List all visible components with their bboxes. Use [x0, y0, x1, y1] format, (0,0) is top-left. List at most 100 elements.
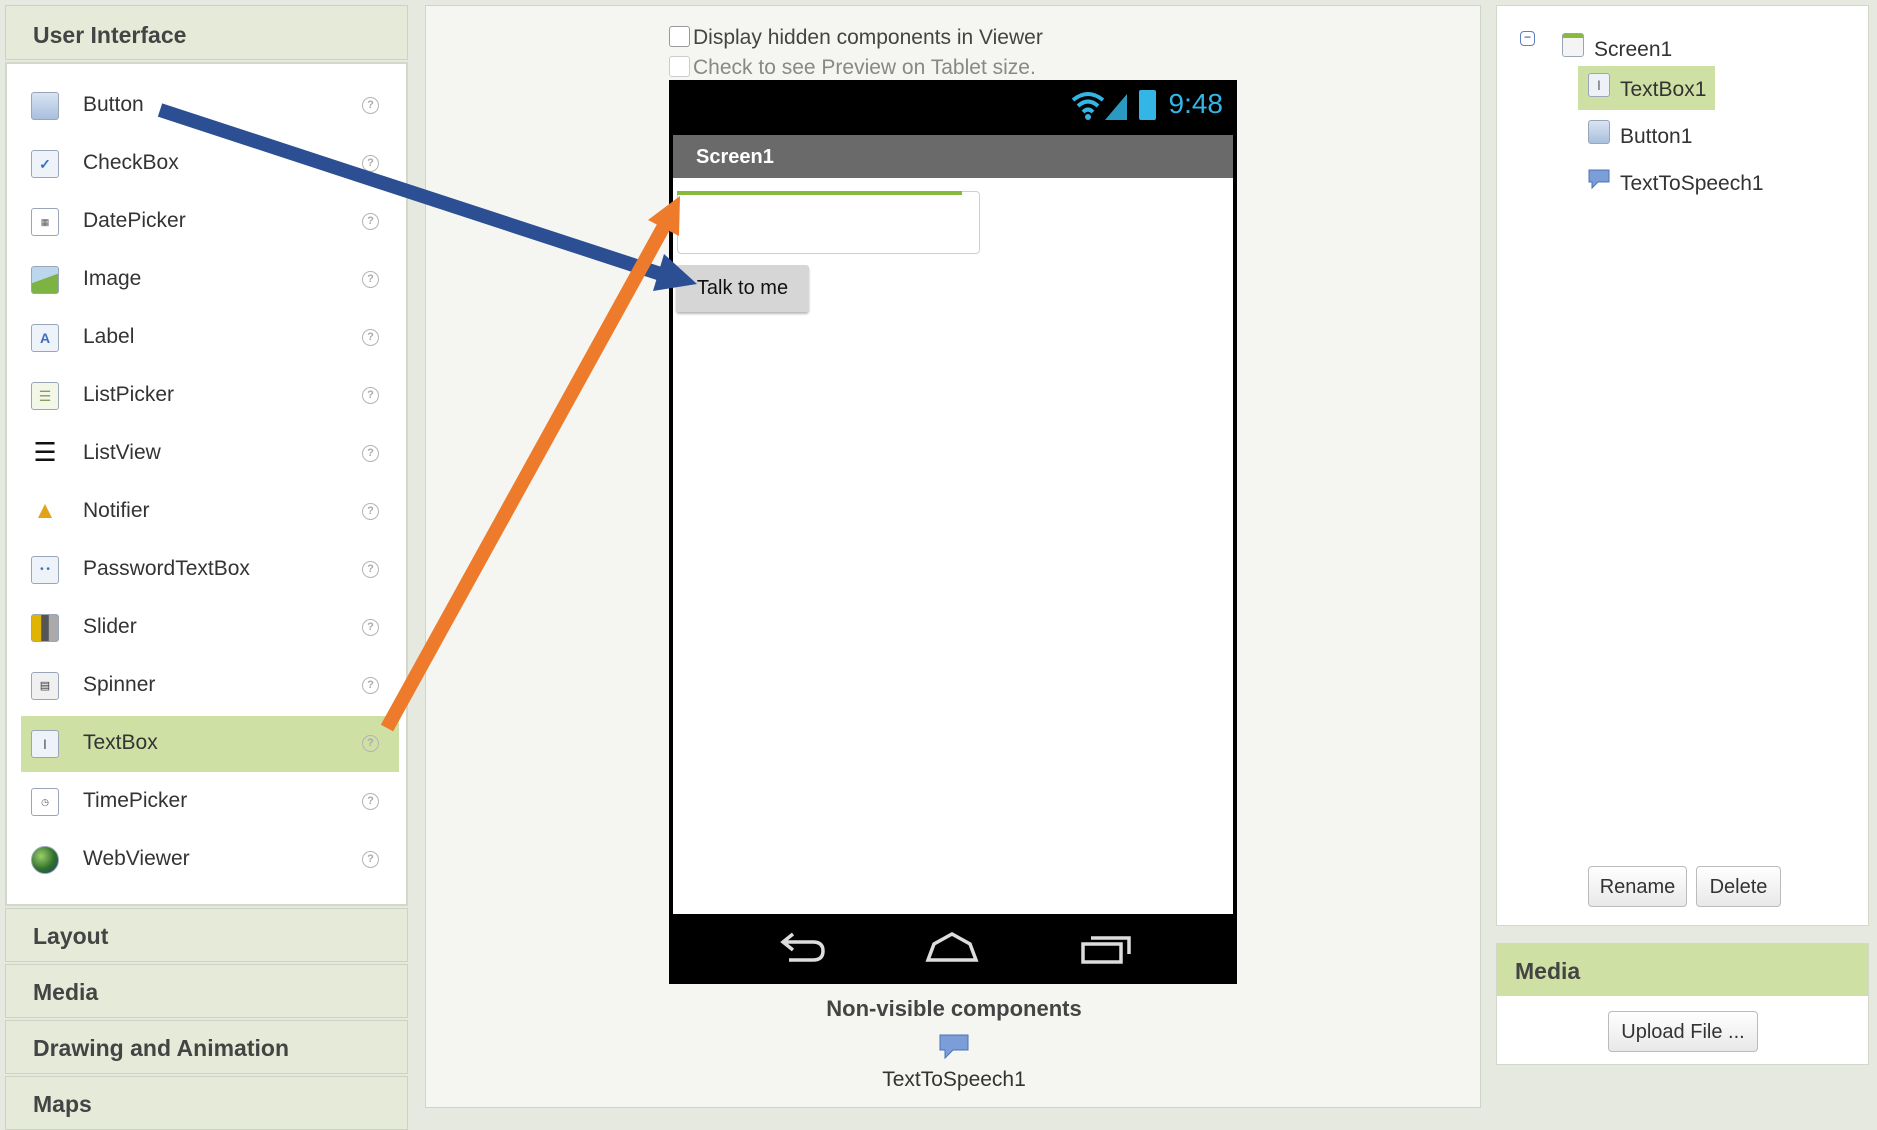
palette-item-webviewer[interactable]: WebViewer ?	[21, 832, 399, 888]
palette-item-datepicker[interactable]: ▦ DatePicker ?	[21, 194, 399, 250]
spinner-icon: ▤	[31, 672, 59, 700]
palette-item-label: PasswordTextBox	[83, 557, 250, 580]
home-icon[interactable]	[925, 930, 979, 966]
palette-item-label: Notifier	[83, 499, 150, 522]
drawer-drawing-and-animation[interactable]: Drawing and Animation	[5, 1020, 408, 1074]
help-icon[interactable]: ?	[362, 155, 379, 172]
palette-item-label: Button	[83, 93, 144, 116]
palette-item-label: Spinner	[83, 673, 156, 696]
media-panel: Media Upload File ...	[1496, 943, 1869, 1065]
palette-item-listview[interactable]: ☰ ListView ?	[21, 426, 399, 482]
phone-preview: 9:48 Screen1 Talk to me	[669, 80, 1237, 984]
palette-header-user-interface[interactable]: User Interface	[5, 5, 408, 60]
tree-node-textbox1[interactable]: I TextBox1	[1578, 66, 1715, 110]
tablet-preview-checkbox[interactable]	[669, 56, 690, 77]
palette-item-textbox[interactable]: I TextBox ?	[21, 716, 399, 772]
help-icon[interactable]: ?	[362, 97, 379, 114]
screen-title: Screen1	[673, 135, 1233, 178]
textbox-icon: I	[31, 730, 59, 758]
palette-item-label: DatePicker	[83, 209, 186, 232]
wifi-signal-icon	[1071, 92, 1127, 120]
non-visible-item-label[interactable]: TextToSpeech1	[426, 1068, 1482, 1092]
notifier-icon: ▲	[33, 497, 57, 524]
label-icon: A	[31, 324, 59, 352]
webviewer-icon	[31, 846, 59, 874]
upload-file-button[interactable]: Upload File ...	[1608, 1011, 1758, 1052]
help-icon[interactable]: ?	[362, 503, 379, 520]
tablet-preview-option[interactable]: Check to see Preview on Tablet size.	[669, 56, 1036, 80]
palette-item-button[interactable]: Button ?	[21, 78, 399, 134]
hidden-components-label: Display hidden components in Viewer	[693, 26, 1043, 49]
help-icon[interactable]: ?	[362, 329, 379, 346]
tree-node-label: TextToSpeech1	[1620, 172, 1764, 195]
datepicker-icon: ▦	[31, 208, 59, 236]
screen-icon	[1562, 33, 1584, 57]
talk-button-preview[interactable]: Talk to me	[676, 265, 809, 312]
button-icon	[1588, 120, 1610, 144]
tree-node-button1[interactable]: Button1	[1578, 113, 1728, 157]
hidden-components-checkbox[interactable]	[669, 26, 690, 47]
palette-panel: User Interface Button ? ✓ CheckBox ? ▦ D…	[5, 5, 408, 1130]
tree-node-label: Button1	[1620, 125, 1693, 148]
textbox1-preview[interactable]	[677, 191, 980, 254]
help-icon[interactable]: ?	[362, 735, 379, 752]
tree-node-screen1[interactable]: Screen1	[1552, 26, 1692, 70]
palette-item-image[interactable]: Image ?	[21, 252, 399, 308]
help-icon[interactable]: ?	[362, 677, 379, 694]
tablet-preview-label: Check to see Preview on Tablet size.	[693, 56, 1036, 79]
delete-button[interactable]: Delete	[1696, 866, 1781, 907]
button-icon	[31, 92, 59, 120]
palette-item-slider[interactable]: Slider ?	[21, 600, 399, 656]
recent-apps-icon[interactable]	[1079, 930, 1133, 966]
battery-icon	[1139, 90, 1156, 120]
tree-node-label: Screen1	[1594, 38, 1673, 61]
tree-node-label: TextBox1	[1620, 78, 1707, 101]
palette-item-label: TimePicker	[83, 789, 188, 812]
palette-item-checkbox[interactable]: ✓ CheckBox ?	[21, 136, 399, 192]
status-clock: 9:48	[1168, 88, 1224, 119]
help-icon[interactable]: ?	[362, 793, 379, 810]
drawer-layout[interactable]: Layout	[5, 908, 408, 962]
palette-item-label-component[interactable]: A Label ?	[21, 310, 399, 366]
timepicker-icon: ◷	[31, 788, 59, 816]
help-icon[interactable]: ?	[362, 271, 379, 288]
palette-item-timepicker[interactable]: ◷ TimePicker ?	[21, 774, 399, 830]
rename-button[interactable]: Rename	[1588, 866, 1687, 907]
palette-item-spinner[interactable]: ▤ Spinner ?	[21, 658, 399, 714]
back-icon[interactable]	[775, 930, 829, 966]
tree-node-texttospeech1[interactable]: TextToSpeech1	[1578, 160, 1798, 204]
phone-screen: Talk to me	[673, 178, 1233, 914]
textbox-icon: I	[1588, 73, 1610, 97]
drawer-media[interactable]: Media	[5, 964, 408, 1018]
media-header: Media	[1497, 944, 1868, 996]
drawer-maps[interactable]: Maps	[5, 1076, 408, 1130]
palette-item-label: TextBox	[83, 731, 158, 754]
palette-item-passwordtextbox[interactable]: • • PasswordTextBox ?	[21, 542, 399, 598]
components-panel: − Screen1 I TextBox1 Button1 TextToSpeec…	[1496, 5, 1869, 926]
image-icon	[31, 266, 59, 294]
status-bar: 9:48	[669, 80, 1237, 130]
palette-item-label: Image	[83, 267, 142, 290]
passwordtextbox-icon: • •	[31, 556, 59, 584]
palette-list: Button ? ✓ CheckBox ? ▦ DatePicker ? Ima…	[5, 62, 408, 906]
hidden-components-option[interactable]: Display hidden components in Viewer	[669, 26, 1043, 50]
viewer-panel: Display hidden components in Viewer Chec…	[425, 5, 1481, 1108]
help-icon[interactable]: ?	[362, 851, 379, 868]
palette-item-label: ListView	[83, 441, 161, 464]
help-icon[interactable]: ?	[362, 561, 379, 578]
checkbox-icon: ✓	[31, 150, 59, 178]
texttospeech-icon	[1588, 169, 1610, 190]
help-icon[interactable]: ?	[362, 619, 379, 636]
listview-icon: ☰	[33, 437, 57, 467]
palette-item-label: Slider	[83, 615, 137, 638]
palette-item-label: CheckBox	[83, 151, 179, 174]
collapse-icon[interactable]: −	[1520, 31, 1535, 46]
listpicker-icon: ☰	[31, 382, 59, 410]
palette-item-listpicker[interactable]: ☰ ListPicker ?	[21, 368, 399, 424]
help-icon[interactable]: ?	[362, 387, 379, 404]
texttospeech-icon[interactable]	[939, 1034, 969, 1060]
help-icon[interactable]: ?	[362, 445, 379, 462]
palette-item-notifier[interactable]: ▲ Notifier ?	[21, 484, 399, 540]
help-icon[interactable]: ?	[362, 213, 379, 230]
nav-bar	[669, 914, 1237, 984]
